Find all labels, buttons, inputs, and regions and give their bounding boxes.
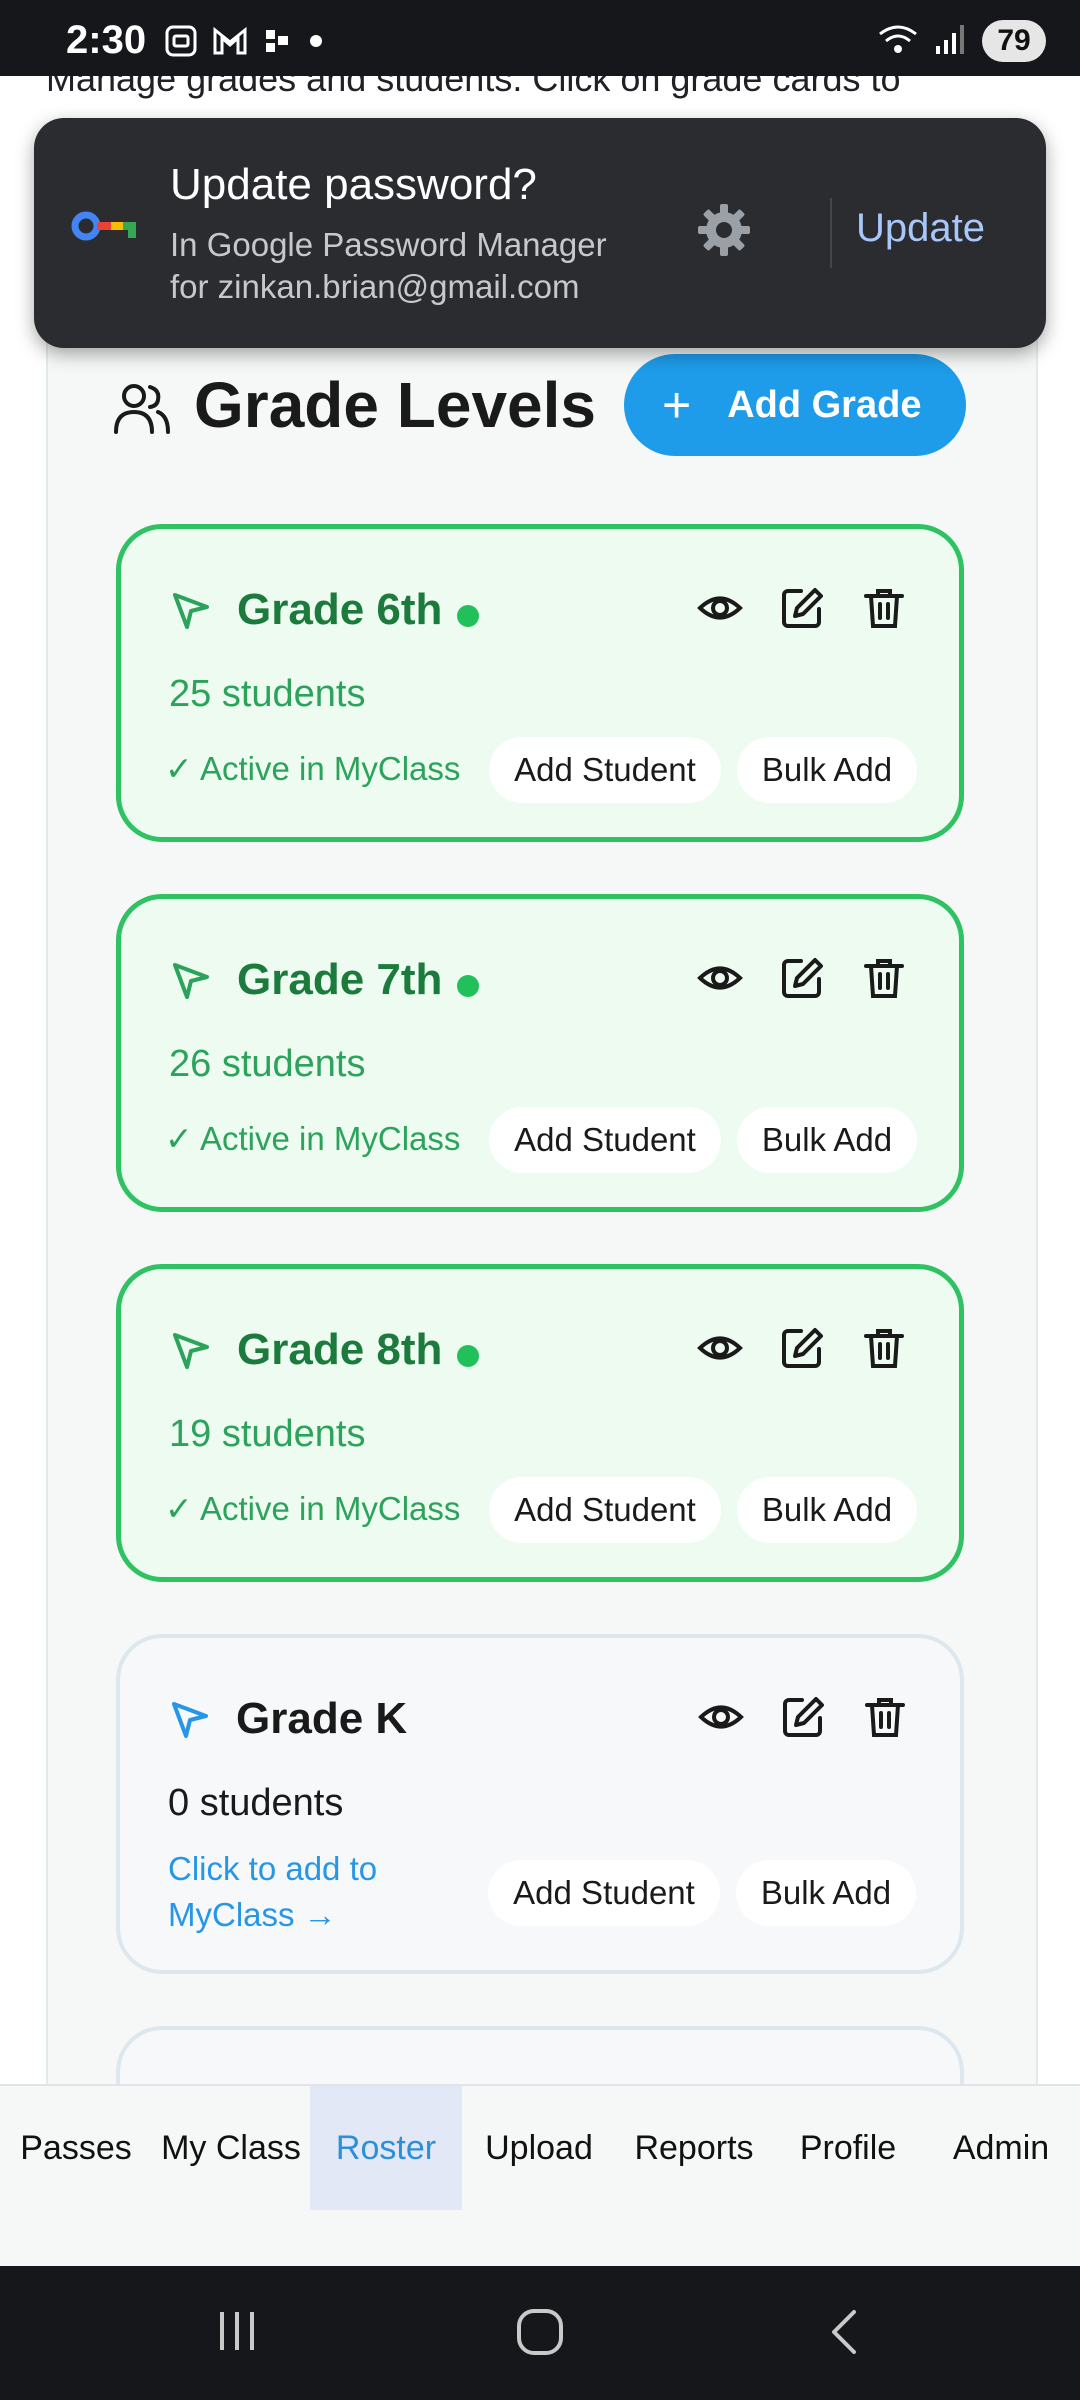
edit-icon[interactable] <box>779 585 825 636</box>
gear-icon[interactable] <box>694 200 754 265</box>
gmail-icon <box>212 26 248 61</box>
battery-icon: 79 <box>982 20 1046 62</box>
toast-subtitle-line2: for zinkan.brian@gmail.com <box>170 268 580 305</box>
add-grade-button[interactable]: + Add Grade <box>624 354 966 456</box>
add-student-button[interactable]: Add Student <box>489 737 721 803</box>
toast-divider <box>830 198 832 268</box>
trash-icon[interactable] <box>862 1694 908 1745</box>
student-count: 19 students <box>169 1413 366 1455</box>
nav-admin[interactable]: Admin <box>926 2086 1076 2210</box>
grade-card[interactable]: Grade K 0 students Click to add to MyCla… <box>116 1634 964 1974</box>
add-student-button[interactable]: Add Student <box>489 1477 721 1543</box>
eye-icon[interactable] <box>697 1325 743 1376</box>
toast-subtitle-line1: In Google Password Manager <box>170 226 607 263</box>
add-link-line1: Click to add to <box>168 1850 378 1887</box>
edit-icon[interactable] <box>779 1325 825 1376</box>
grade-card[interactable]: Grade 7th 26 students ✓ Active in MyClas… <box>116 894 964 1212</box>
add-link-line2: MyClass → <box>168 1896 337 1933</box>
trash-icon[interactable] <box>861 1325 907 1376</box>
slack-icon <box>262 26 292 61</box>
nav-profile[interactable]: Profile <box>774 2086 922 2210</box>
dot-icon <box>306 31 326 56</box>
cursor-icon <box>169 589 213 638</box>
wifi-icon <box>876 22 920 61</box>
users-icon <box>112 378 172 443</box>
bottom-nav: Passes My Class Roster Upload Reports Pr… <box>0 2084 1080 2268</box>
bulk-add-button[interactable]: Bulk Add <box>737 737 917 803</box>
edit-icon[interactable] <box>780 1694 826 1745</box>
screenshot-icon <box>164 24 198 63</box>
home-icon[interactable] <box>514 2306 566 2363</box>
nav-reports[interactable]: Reports <box>616 2086 772 2210</box>
student-count: 0 students <box>168 1782 344 1824</box>
bulk-add-button[interactable]: Bulk Add <box>737 1107 917 1173</box>
back-icon[interactable] <box>822 2306 866 2363</box>
grade-card[interactable]: Grade 8th 19 students ✓ Active in MyClas… <box>116 1264 964 1582</box>
nav-upload[interactable]: Upload <box>464 2086 614 2210</box>
eye-icon[interactable] <box>697 585 743 636</box>
edit-icon[interactable] <box>779 955 825 1006</box>
status-bar: 2:30 79 <box>0 0 1080 76</box>
active-status: ✓ Active in MyClass <box>165 1490 461 1527</box>
status-time: 2:30 <box>66 18 147 62</box>
toast-title: Update password? <box>170 160 537 209</box>
eye-icon[interactable] <box>698 1694 744 1745</box>
nav-roster[interactable]: Roster <box>310 2086 462 2210</box>
student-count: 25 students <box>169 673 366 715</box>
signal-icon <box>934 22 968 61</box>
bulk-add-button[interactable]: Bulk Add <box>737 1477 917 1543</box>
student-count: 26 students <box>169 1043 366 1085</box>
plus-icon: + <box>662 377 692 433</box>
add-grade-label: Add Grade <box>727 383 922 426</box>
active-dot <box>457 975 479 997</box>
grade-name: Grade 6th <box>237 585 443 634</box>
cursor-icon <box>169 1329 213 1378</box>
grade-name: Grade 8th <box>237 1325 443 1374</box>
add-student-button[interactable]: Add Student <box>489 1107 721 1173</box>
trash-icon[interactable] <box>861 955 907 1006</box>
active-dot <box>457 1345 479 1367</box>
page-title: Grade Levels <box>194 369 596 441</box>
nav-passes[interactable]: Passes <box>8 2086 144 2210</box>
cursor-icon <box>169 959 213 1008</box>
eye-icon[interactable] <box>697 955 743 1006</box>
add-student-button[interactable]: Add Student <box>488 1860 720 1926</box>
password-update-toast: Update password? In Google Password Mana… <box>34 118 1046 348</box>
trash-icon[interactable] <box>861 585 907 636</box>
active-status: ✓ Active in MyClass <box>165 1120 461 1157</box>
grade-name: Grade 7th <box>237 955 443 1004</box>
cursor-icon <box>168 1698 212 1747</box>
nav-my-class[interactable]: My Class <box>156 2086 306 2210</box>
system-nav-bar <box>0 2266 1080 2400</box>
update-password-button[interactable]: Update <box>856 206 985 251</box>
password-key-icon <box>70 204 142 253</box>
recent-apps-icon[interactable] <box>212 2306 262 2361</box>
active-dot <box>457 605 479 627</box>
active-status: ✓ Active in MyClass <box>165 750 461 787</box>
add-to-myclass-link[interactable]: Click to add to MyClass → <box>168 1846 418 1938</box>
grade-name: Grade K <box>236 1694 408 1743</box>
toast-subtitle: In Google Password Manager for zinkan.br… <box>170 224 630 308</box>
bulk-add-button[interactable]: Bulk Add <box>736 1860 916 1926</box>
grade-card[interactable]: Grade 6th 25 students ✓ Active in MyClas… <box>116 524 964 842</box>
